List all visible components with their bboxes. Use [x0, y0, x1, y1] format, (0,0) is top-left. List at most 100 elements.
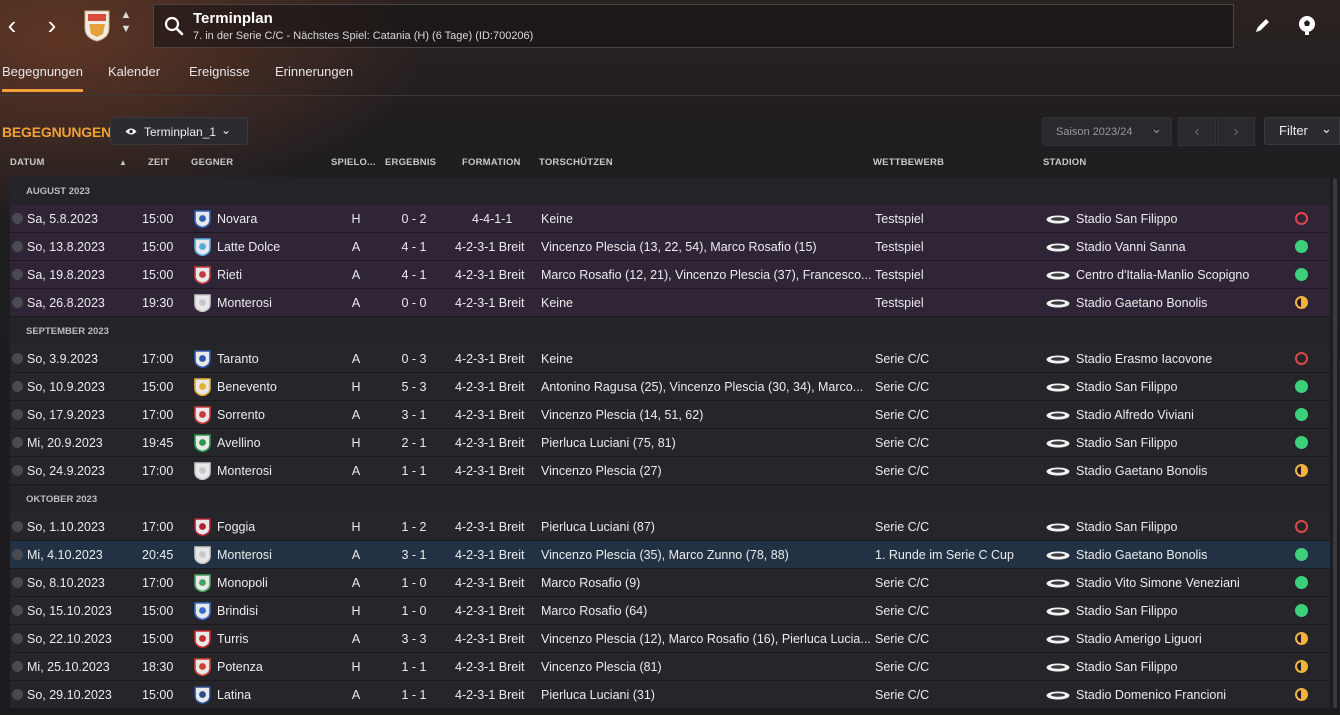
match-stadium[interactable]: Stadio Gaetano Bonolis — [1076, 548, 1286, 562]
view-selector-button[interactable]: Terminplan_1 ⌄ — [110, 117, 248, 145]
match-stadium[interactable]: Stadio Gaetano Bonolis — [1076, 464, 1286, 478]
table-row[interactable]: Sa, 19.8.2023 15:00 Rieti A 4 - 1 4-2-3-1 Bre… — [10, 261, 1330, 289]
match-opponent[interactable]: Taranto — [217, 352, 337, 366]
match-stadium[interactable]: Stadio Vanni Sanna — [1076, 240, 1286, 254]
table-row[interactable]: So, 1.10.2023 17:00 Foggia H 1 - 2 4-2-3-1 Br… — [10, 513, 1330, 541]
match-opponent[interactable]: Benevento — [217, 380, 337, 394]
table-row[interactable]: So, 3.9.2023 17:00 Taranto A 0 - 3 4-2-3-1 Br… — [10, 345, 1330, 373]
match-stadium[interactable]: Stadio Erasmo Iacovone — [1076, 352, 1286, 366]
match-stadium[interactable]: Stadio San Filippo — [1076, 660, 1286, 674]
row-select-icon[interactable] — [12, 661, 23, 672]
match-competition[interactable]: Testspiel — [875, 240, 1040, 254]
match-opponent[interactable]: Monterosi — [217, 548, 337, 562]
table-row[interactable]: So, 13.8.2023 15:00 Latte Dolce A 4 - 1 4-2-3… — [10, 233, 1330, 261]
row-select-icon[interactable] — [12, 297, 23, 308]
match-opponent[interactable]: Monterosi — [217, 296, 337, 310]
col-venue[interactable]: SPIELO... — [331, 157, 376, 168]
table-row[interactable]: Sa, 5.8.2023 15:00 Novara H 0 - 2 4-4-1-1 Kein… — [10, 205, 1330, 233]
match-competition[interactable]: Testspiel — [875, 296, 1040, 310]
row-select-icon[interactable] — [12, 381, 23, 392]
col-stadium[interactable]: STADION — [1043, 157, 1086, 168]
match-opponent[interactable]: Potenza — [217, 660, 337, 674]
match-stadium[interactable]: Stadio Amerigo Liguori — [1076, 632, 1286, 646]
tab-kalender[interactable]: Kalender — [108, 64, 160, 89]
table-row[interactable]: So, 29.10.2023 15:00 Latina A 1 - 1 4-2-3-1 B… — [10, 681, 1330, 709]
row-select-icon[interactable] — [12, 633, 23, 644]
row-select-icon[interactable] — [12, 689, 23, 700]
col-time[interactable]: ZEIT — [148, 157, 169, 168]
scrollbar[interactable] — [1333, 178, 1337, 708]
tab-begegnungen[interactable]: Begegnungen — [2, 64, 83, 92]
col-competition[interactable]: WETTBEWERB — [873, 157, 944, 168]
match-stadium[interactable]: Stadio Vito Simone Veneziani — [1076, 576, 1286, 590]
match-competition[interactable]: Serie C/C — [875, 520, 1040, 534]
col-formation[interactable]: FORMATION — [462, 157, 521, 168]
match-stadium[interactable]: Stadio San Filippo — [1076, 436, 1286, 450]
row-select-icon[interactable] — [12, 241, 23, 252]
match-opponent[interactable]: Latte Dolce — [217, 240, 337, 254]
row-select-icon[interactable] — [12, 437, 23, 448]
match-stadium[interactable]: Stadio Domenico Francioni — [1076, 688, 1286, 702]
match-competition[interactable]: Serie C/C — [875, 408, 1040, 422]
table-row[interactable]: So, 15.10.2023 15:00 Brindisi H 1 - 0 4-2-3-1… — [10, 597, 1330, 625]
match-opponent[interactable]: Monopoli — [217, 576, 337, 590]
table-row[interactable]: So, 10.9.2023 15:00 Benevento H 5 - 3 4-2-3-1… — [10, 373, 1330, 401]
match-opponent[interactable]: Novara — [217, 212, 337, 226]
match-opponent[interactable]: Latina — [217, 688, 337, 702]
table-row[interactable]: So, 17.9.2023 17:00 Sorrento A 3 - 1 4-2-3-1 … — [10, 401, 1330, 429]
match-stadium[interactable]: Centro d'Italia-Manlio Scopigno — [1076, 268, 1286, 282]
club-switch-arrows-icon[interactable]: ▲ ▼ — [118, 8, 134, 42]
match-opponent[interactable]: Avellino — [217, 436, 337, 450]
season-selector[interactable]: Saison 2023/24 ⌄ — [1042, 117, 1172, 146]
col-opponent[interactable]: GEGNER — [191, 157, 233, 168]
col-result[interactable]: ERGEBNIS — [385, 157, 436, 168]
table-row[interactable]: So, 8.10.2023 17:00 Monopoli A 1 - 0 4-2-3-1 … — [10, 569, 1330, 597]
match-opponent[interactable]: Foggia — [217, 520, 337, 534]
match-competition[interactable]: Testspiel — [875, 268, 1040, 282]
match-competition[interactable]: Testspiel — [875, 212, 1040, 226]
match-stadium[interactable]: Stadio San Filippo — [1076, 380, 1286, 394]
search-box[interactable]: Terminplan 7. in der Serie C/C - Nächste… — [153, 4, 1234, 48]
table-row[interactable]: Mi, 4.10.2023 20:45 Monterosi A 3 - 1 4-2-3-1… — [10, 541, 1330, 569]
match-stadium[interactable]: Stadio San Filippo — [1076, 212, 1286, 226]
match-competition[interactable]: Serie C/C — [875, 576, 1040, 590]
match-opponent[interactable]: Sorrento — [217, 408, 337, 422]
row-select-icon[interactable] — [12, 465, 23, 476]
match-opponent[interactable]: Brindisi — [217, 604, 337, 618]
match-competition[interactable]: Serie C/C — [875, 436, 1040, 450]
table-row[interactable]: Sa, 26.8.2023 19:30 Monterosi A 0 - 0 4-2-3-1… — [10, 289, 1330, 317]
row-select-icon[interactable] — [12, 577, 23, 588]
col-date[interactable]: DATUM — [10, 157, 45, 168]
season-next-button[interactable]: › — [1217, 117, 1255, 146]
filter-button[interactable]: Filter ⌄ — [1264, 117, 1340, 145]
row-select-icon[interactable] — [12, 605, 23, 616]
match-competition[interactable]: Serie C/C — [875, 464, 1040, 478]
tab-ereignisse[interactable]: Ereignisse — [189, 64, 250, 89]
edit-pencil-icon[interactable] — [1252, 14, 1274, 36]
row-select-icon[interactable] — [12, 521, 23, 532]
club-crest-icon[interactable] — [84, 8, 110, 42]
match-competition[interactable]: Serie C/C — [875, 380, 1040, 394]
match-competition[interactable]: Serie C/C — [875, 352, 1040, 366]
row-select-icon[interactable] — [12, 409, 23, 420]
match-stadium[interactable]: Stadio San Filippo — [1076, 520, 1286, 534]
tab-erinnerungen[interactable]: Erinnerungen — [275, 64, 353, 89]
table-row[interactable]: Mi, 20.9.2023 19:45 Avellino H 2 - 1 4-2-3-1 … — [10, 429, 1330, 457]
match-opponent[interactable]: Turris — [217, 632, 337, 646]
row-select-icon[interactable] — [12, 353, 23, 364]
match-opponent[interactable]: Monterosi — [217, 464, 337, 478]
match-competition[interactable]: Serie C/C — [875, 660, 1040, 674]
match-competition[interactable]: Serie C/C — [875, 604, 1040, 618]
table-row[interactable]: So, 24.9.2023 17:00 Monterosi A 1 - 1 4-2-3-1… — [10, 457, 1330, 485]
match-competition[interactable]: Serie C/C — [875, 688, 1040, 702]
match-stadium[interactable]: Stadio Gaetano Bonolis — [1076, 296, 1286, 310]
football-icon[interactable] — [1296, 14, 1318, 36]
match-opponent[interactable]: Rieti — [217, 268, 337, 282]
match-competition[interactable]: Serie C/C — [875, 632, 1040, 646]
match-stadium[interactable]: Stadio Alfredo Viviani — [1076, 408, 1286, 422]
table-row[interactable]: So, 22.10.2023 15:00 Turris A 3 - 3 4-2-3-1 B… — [10, 625, 1330, 653]
match-competition[interactable]: 1. Runde im Serie C Cup — [875, 548, 1040, 562]
row-select-icon[interactable] — [12, 269, 23, 280]
row-select-icon[interactable] — [12, 213, 23, 224]
sort-asc-icon[interactable]: ▲ — [119, 158, 127, 167]
